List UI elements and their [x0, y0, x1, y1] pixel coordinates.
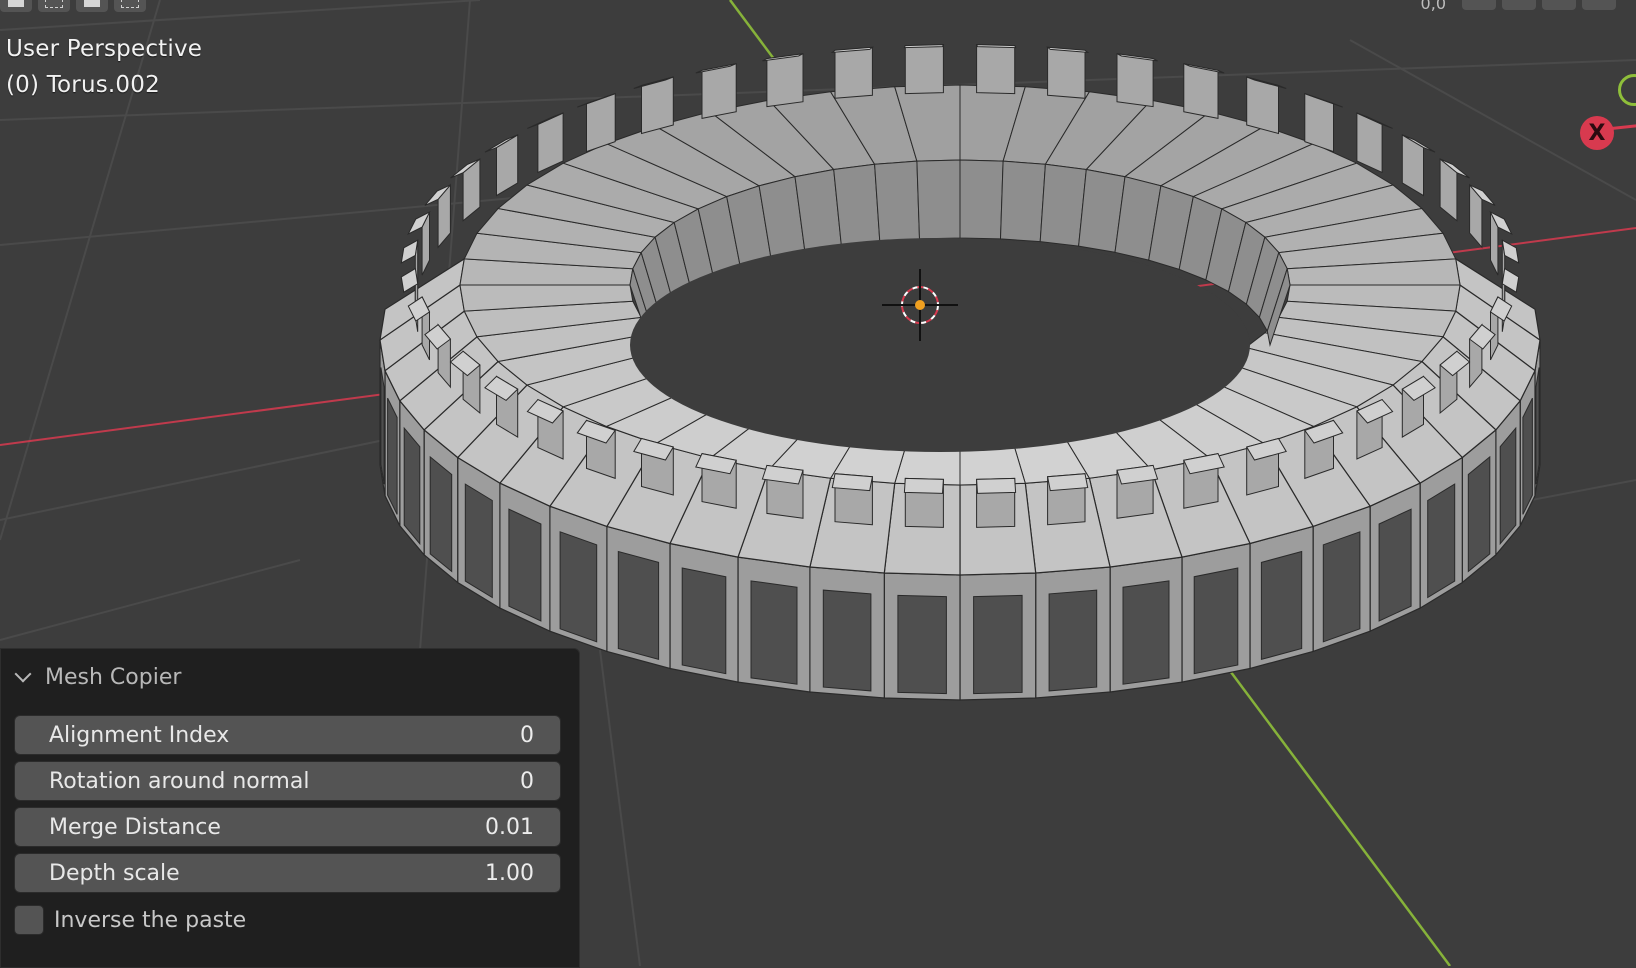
wall-window [1427, 483, 1456, 599]
wall-window [1193, 567, 1239, 675]
merge-distance-field[interactable]: Merge Distance 0.01 [14, 807, 561, 847]
active-object-label: (0) Torus.002 [6, 72, 160, 98]
tooth-top [903, 477, 944, 494]
tooth-side [1116, 53, 1154, 108]
wall-window [1499, 426, 1517, 546]
select-extend-icon [45, 0, 63, 8]
tooth-top [903, 44, 945, 49]
wall-window [1122, 580, 1170, 685]
wall-window [750, 580, 798, 685]
viewport-header-right: 0,0 [1421, 0, 1616, 13]
tooth-side [904, 44, 944, 95]
wall-window [380, 367, 385, 485]
inner-wall-face [916, 159, 961, 240]
field-value: 0 [520, 768, 534, 794]
field-value: 0.01 [485, 814, 534, 840]
viewport-toggle-button[interactable] [1542, 0, 1576, 10]
select-subtract-button[interactable] [76, 0, 108, 12]
wall-window [559, 531, 598, 643]
wall-window [897, 594, 947, 695]
tooth-top [1047, 473, 1089, 492]
object-origin-dot [915, 300, 925, 310]
select-new-icon [8, 0, 24, 7]
field-label: Merge Distance [49, 814, 221, 840]
tooth-side [701, 63, 737, 120]
wall-window [1467, 455, 1491, 573]
wall-window [681, 567, 727, 675]
select-invert-icon [121, 0, 139, 8]
field-label: Alignment Index [49, 722, 230, 748]
rotation-around-normal-field[interactable]: Rotation around normal 0 [14, 761, 561, 801]
field-label: Rotation around normal [49, 768, 310, 794]
wall-window [973, 594, 1023, 695]
viewport-toggle-button[interactable] [1502, 0, 1536, 10]
select-extend-button[interactable] [38, 0, 70, 12]
wall-window [617, 550, 660, 661]
inner-wall-face [959, 159, 1004, 240]
panel-header[interactable]: Mesh Copier [13, 661, 181, 693]
grid-line [0, 559, 301, 641]
view-name-label: User Perspective [6, 36, 203, 62]
wall-window [1322, 531, 1361, 643]
wall-window [822, 589, 872, 692]
select-mode-toolbar [0, 0, 152, 12]
header-readout: 0,0 [1420, 0, 1446, 13]
alignment-index-field[interactable]: Alignment Index 0 [14, 715, 561, 755]
tooth-top [975, 44, 1017, 49]
tooth-top [831, 473, 873, 492]
grid-line [599, 649, 641, 966]
inner-wall-face [874, 160, 921, 243]
tooth-side [834, 46, 873, 99]
viewport-toggle-button[interactable] [1582, 0, 1616, 10]
field-value: 1.00 [485, 860, 534, 886]
tooth-side [766, 53, 804, 108]
ring-hole [630, 238, 1250, 452]
select-new-button[interactable] [0, 0, 32, 12]
inner-wall-face [833, 163, 881, 247]
wall-window [403, 426, 421, 546]
wall-window [429, 455, 453, 573]
wall-window [1048, 589, 1098, 692]
axis-x-icon[interactable]: X [1580, 116, 1614, 150]
checkbox-label: Inverse the paste [54, 907, 247, 933]
tooth-side [976, 44, 1016, 95]
inverse-paste-checkbox[interactable] [14, 905, 44, 935]
depth-scale-field[interactable]: Depth scale 1.00 [14, 853, 561, 893]
wall-window [464, 483, 493, 599]
wall-window [1378, 508, 1412, 622]
panel-title: Mesh Copier [45, 664, 182, 690]
wall-window [387, 397, 398, 515]
mesh-copier-panel: Mesh Copier Alignment Index 0 Rotation a… [0, 648, 580, 968]
tooth-side [1183, 63, 1219, 120]
select-subtract-icon [84, 0, 100, 7]
inner-wall-face [999, 160, 1046, 243]
viewport-toggle-button[interactable] [1462, 0, 1496, 10]
select-invert-button[interactable] [114, 0, 146, 12]
wall-window [508, 508, 542, 622]
field-value: 0 [520, 722, 534, 748]
chevron-down-icon [14, 665, 32, 683]
inverse-paste-row[interactable]: Inverse the paste [14, 905, 246, 935]
wall-window [1535, 367, 1540, 485]
field-label: Depth scale [49, 860, 180, 886]
tooth-side [1047, 46, 1086, 99]
tooth-top [976, 477, 1017, 494]
wall-window [1260, 550, 1303, 661]
wall-window [1522, 397, 1533, 515]
